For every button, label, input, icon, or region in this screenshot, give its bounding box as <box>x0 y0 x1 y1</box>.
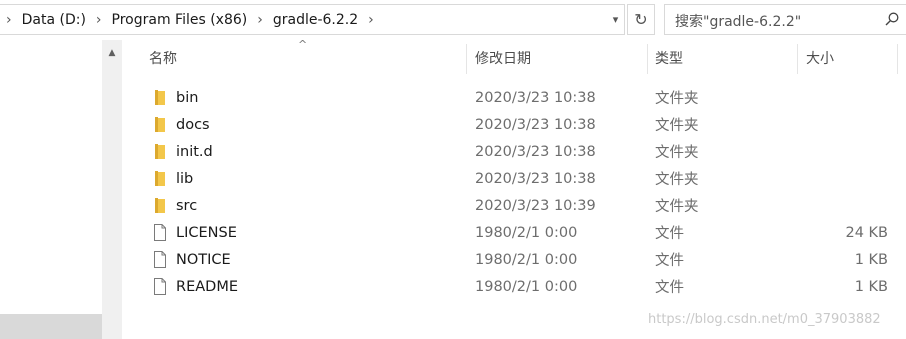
file-row-init-d[interactable]: init.d 2020/3/23 10:38 文件夹 <box>140 138 900 165</box>
file-size <box>788 138 888 165</box>
file-name: bin <box>176 89 199 106</box>
nav-pane-scrollbar[interactable]: ▲ <box>102 40 122 339</box>
address-dropdown-button[interactable]: ▾ <box>606 5 625 34</box>
file-size: 24 KB <box>845 224 888 241</box>
column-divider[interactable] <box>647 44 648 74</box>
file-icon <box>154 278 166 295</box>
column-divider[interactable] <box>466 44 467 74</box>
file-modified: 1980/2/1 0:00 <box>475 278 578 295</box>
file-row-docs[interactable]: docs 2020/3/23 10:38 文件夹 <box>140 111 900 138</box>
search-icon[interactable] <box>885 12 899 26</box>
file-modified: 2020/3/23 10:39 <box>475 197 596 214</box>
scroll-up-arrow-icon[interactable]: ▲ <box>102 46 122 60</box>
file-row-bin[interactable]: bin 2020/3/23 10:38 文件夹 <box>140 84 900 111</box>
file-icon <box>154 251 166 268</box>
file-row-readme[interactable]: README 1980/2/1 0:00 文件 1 KB <box>140 273 900 300</box>
refresh-button[interactable]: ↻ <box>627 4 655 35</box>
breadcrumb-item-drive[interactable]: Data (D:) <box>18 12 90 28</box>
watermark: https://blog.csdn.net/m0_37903882 <box>648 312 881 327</box>
column-divider[interactable] <box>897 44 898 74</box>
column-header-modified[interactable]: 修改日期 <box>475 40 531 76</box>
file-size <box>788 192 888 219</box>
folder-icon <box>155 90 165 105</box>
file-row-notice[interactable]: NOTICE 1980/2/1 0:00 文件 1 KB <box>140 246 900 273</box>
file-row-license[interactable]: LICENSE 1980/2/1 0:00 文件 24 KB <box>140 219 900 246</box>
file-name: lib <box>176 170 194 187</box>
folder-icon <box>155 117 165 132</box>
file-type: 文件夹 <box>655 199 699 215</box>
file-name: LICENSE <box>176 224 237 241</box>
file-size <box>788 111 888 138</box>
file-size <box>788 84 888 111</box>
file-icon <box>154 224 166 241</box>
file-type: 文件夹 <box>655 91 699 107</box>
file-modified: 2020/3/23 10:38 <box>475 170 596 187</box>
file-size <box>788 165 888 192</box>
file-name: src <box>176 197 198 214</box>
file-name: NOTICE <box>176 251 231 268</box>
column-header-name[interactable]: 名称 <box>149 40 177 76</box>
file-modified: 2020/3/23 10:38 <box>475 89 596 106</box>
search-placeholder: 搜索"gradle-6.2.2" <box>675 14 802 30</box>
file-modified: 1980/2/1 0:00 <box>475 251 578 268</box>
file-modified: 2020/3/23 10:38 <box>475 143 596 160</box>
file-type: 文件 <box>655 280 684 296</box>
file-type: 文件夹 <box>655 172 699 188</box>
file-size: 1 KB <box>854 278 888 295</box>
nav-pane-selected-item[interactable] <box>0 314 102 339</box>
file-type: 文件 <box>655 253 684 269</box>
breadcrumb-separator[interactable]: › <box>362 12 380 28</box>
breadcrumb: › Data (D:) › Program Files (x86) › grad… <box>0 5 380 34</box>
file-size: 1 KB <box>854 251 888 268</box>
navigation-pane[interactable] <box>0 40 102 339</box>
file-name: README <box>176 278 238 295</box>
file-row-lib[interactable]: lib 2020/3/23 10:38 文件夹 <box>140 165 900 192</box>
breadcrumb-item-program-files[interactable]: Program Files (x86) <box>108 12 252 28</box>
column-divider[interactable] <box>797 44 798 74</box>
file-type: 文件夹 <box>655 118 699 134</box>
folder-icon <box>155 144 165 159</box>
file-name: init.d <box>176 143 213 160</box>
file-type: 文件 <box>655 226 684 242</box>
chevron-down-icon: ▾ <box>612 13 619 26</box>
folder-icon <box>155 171 165 186</box>
folder-icon <box>155 198 165 213</box>
file-type: 文件夹 <box>655 145 699 161</box>
column-header-type[interactable]: 类型 <box>655 40 683 76</box>
column-header-size[interactable]: 大小 <box>806 40 834 76</box>
address-bar[interactable]: › Data (D:) › Program Files (x86) › grad… <box>0 4 625 35</box>
search-input[interactable]: 搜索"gradle-6.2.2" <box>664 4 906 35</box>
file-modified: 1980/2/1 0:00 <box>475 224 578 241</box>
breadcrumb-separator[interactable]: › <box>90 12 108 28</box>
breadcrumb-separator[interactable]: › <box>0 12 18 28</box>
file-row-src[interactable]: src 2020/3/23 10:39 文件夹 <box>140 192 900 219</box>
file-list: bin 2020/3/23 10:38 文件夹 docs 2020/3/23 1… <box>140 84 900 300</box>
breadcrumb-separator[interactable]: › <box>251 12 269 28</box>
breadcrumb-item-gradle[interactable]: gradle-6.2.2 <box>269 12 362 28</box>
file-name: docs <box>176 116 210 133</box>
refresh-icon: ↻ <box>634 10 648 29</box>
file-modified: 2020/3/23 10:38 <box>475 116 596 133</box>
sort-ascending-icon: ^ <box>298 38 308 51</box>
